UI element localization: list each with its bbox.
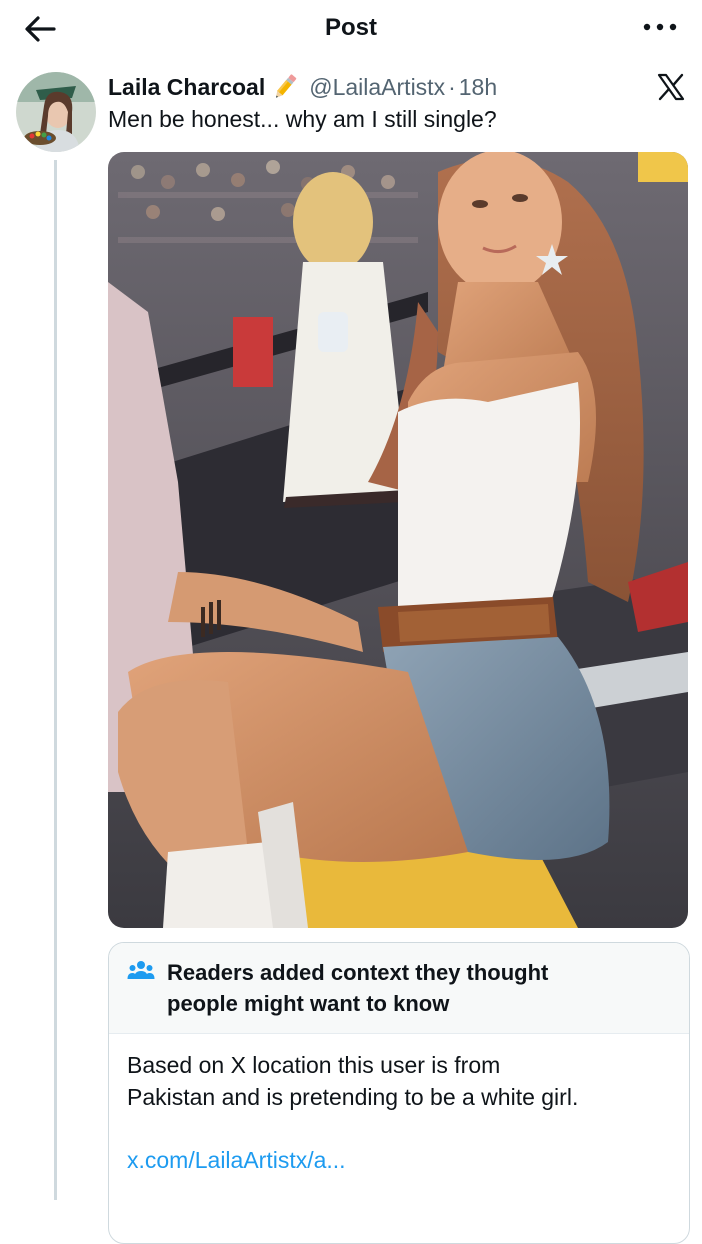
separator-dot: · xyxy=(448,73,456,100)
ellipsis-icon[interactable] xyxy=(638,12,682,42)
author-name[interactable]: Laila Charcoal xyxy=(108,74,265,101)
avatar[interactable] xyxy=(16,72,96,152)
x-logo-icon[interactable] xyxy=(656,72,686,102)
community-note-body: Based on X location this user is from Pa… xyxy=(127,1049,677,1113)
thread-line xyxy=(54,160,57,1200)
community-note: Readers added context they thought peopl… xyxy=(108,942,690,1244)
top-bar: Post xyxy=(0,0,702,58)
post-time[interactable]: 18h xyxy=(459,74,497,101)
community-note-body-line2: Pakistan and is pretending to be a white… xyxy=(127,1084,579,1110)
people-icon xyxy=(127,961,155,979)
pencil-emoji-icon xyxy=(276,74,297,98)
community-note-title: Readers added context they thought peopl… xyxy=(167,957,667,1019)
tweet-header: Laila Charcoal @LailaArtistx · 18h xyxy=(108,70,497,104)
tweet-photo[interactable] xyxy=(108,152,688,928)
author-handle[interactable]: @LailaArtistx xyxy=(309,74,445,101)
page-title: Post xyxy=(324,14,377,41)
community-note-link[interactable]: x.com/LailaArtistx/a... xyxy=(127,1147,346,1174)
community-note-body-line1: Based on X location this user is from xyxy=(127,1052,501,1078)
tweet-text: Men be honest... why am I still single? xyxy=(108,106,497,132)
community-note-header: Readers added context they thought peopl… xyxy=(109,943,689,1034)
community-note-title-line2: people might want to know xyxy=(167,991,450,1016)
community-note-title-line1: Readers added context they thought xyxy=(167,960,549,985)
